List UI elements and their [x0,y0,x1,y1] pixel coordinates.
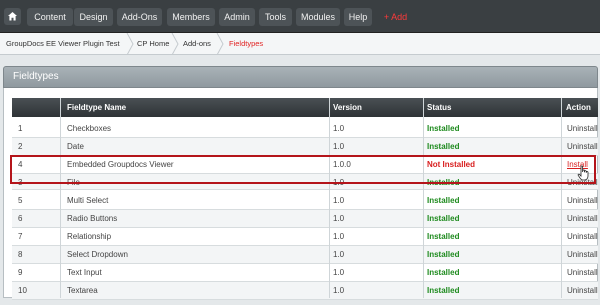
col-header-name[interactable]: Fieldtype Name [67,98,126,117]
column-divider [423,98,424,298]
breadcrumb-site[interactable]: GroupDocs EE Viewer Plugin Test [6,33,120,55]
table-row: 6 Radio Buttons 1.0 Installed Uninstall [12,210,598,228]
fieldtype-version: 1.0 [333,268,345,277]
row-number: 8 [18,250,23,259]
breadcrumb-separator [126,33,134,55]
row-number: 7 [18,232,23,241]
uninstall-link[interactable]: Uninstall [567,228,598,245]
row-number: 10 [18,286,27,295]
col-header-action[interactable]: Action [566,98,591,117]
row-number: 6 [18,214,23,223]
home-button[interactable] [4,8,21,25]
row-number: 1 [18,124,23,133]
table-row: 7 Relationship 1.0 Installed Uninstall [12,228,598,246]
row-number: 2 [18,142,23,151]
status-label: Installed [427,142,460,151]
fieldtype-name: Date [67,142,84,151]
nav-design[interactable]: Design [74,8,113,26]
home-icon [8,12,17,21]
status-label: Installed [427,232,460,241]
fieldtype-name: Checkboxes [67,124,112,133]
fieldtype-name: Text Input [67,268,102,277]
table-row: 10 Textarea 1.0 Installed Uninstall [12,282,598,300]
hand-cursor-icon [577,165,589,181]
nav-add-ons[interactable]: Add-Ons [117,8,162,26]
nav-modules[interactable]: Modules [296,8,340,26]
breadcrumb: GroupDocs EE Viewer Plugin Test CP Home … [0,33,600,55]
panel-header: Fieldtypes [3,66,598,88]
breadcrumb-separator [171,33,179,55]
column-divider [329,98,330,298]
status-label: Installed [427,124,460,133]
fieldtype-version: 1.0 [333,232,345,241]
breadcrumb-add-ons[interactable]: Add-ons [183,33,211,55]
table-row: 2 Date 1.0 Installed Uninstall [12,138,598,156]
table-row: 5 Multi Select 1.0 Installed Uninstall [12,192,598,210]
top-nav: Content Design Add-Ons Members Admin Too… [0,0,600,33]
breadcrumb-separator [216,33,224,55]
col-header-version[interactable]: Version [333,98,362,117]
fieldtype-version: 1.0 [333,142,345,151]
table-row: 8 Select Dropdown 1.0 Installed Uninstall [12,246,598,264]
breadcrumb-cp-home[interactable]: CP Home [137,33,169,55]
highlight-box [10,155,596,184]
uninstall-link[interactable]: Uninstall [567,192,598,209]
nav-add-link[interactable]: + Add [378,8,413,26]
uninstall-link[interactable]: Uninstall [567,246,598,263]
status-label: Installed [427,268,460,277]
fieldtype-name: Multi Select [67,196,109,205]
status-label: Installed [427,250,460,259]
fieldtype-version: 1.0 [333,214,345,223]
uninstall-link[interactable]: Uninstall [567,210,598,227]
page-title: Fieldtypes [13,71,59,82]
column-divider [60,98,61,298]
breadcrumb-current: Fieldtypes [229,39,264,48]
uninstall-link[interactable]: Uninstall [567,138,598,155]
fieldtype-name: Relationship [67,232,112,241]
status-label: Installed [427,286,460,295]
row-number: 9 [18,268,23,277]
table-header: Fieldtype Name Version Status Action [12,98,598,117]
nav-help[interactable]: Help [344,8,372,26]
column-divider [561,98,562,298]
nav-members[interactable]: Members [167,8,215,26]
fieldtype-version: 1.0 [333,196,345,205]
uninstall-link[interactable]: Uninstall [567,282,598,299]
uninstall-link[interactable]: Uninstall [567,120,598,137]
table-row: 1 Checkboxes 1.0 Installed Uninstall [12,120,598,138]
nav-tools[interactable]: Tools [259,8,292,26]
nav-admin[interactable]: Admin [219,8,255,26]
uninstall-link[interactable]: Uninstall [567,264,598,281]
fieldtype-name: Radio Buttons [67,214,118,223]
status-label: Installed [427,214,460,223]
nav-content[interactable]: Content [27,8,73,26]
fieldtype-name: Textarea [67,286,98,295]
row-number: 5 [18,196,23,205]
table-row: 9 Text Input 1.0 Installed Uninstall [12,264,598,282]
fieldtype-name: Select Dropdown [67,250,128,259]
status-label: Installed [427,196,460,205]
fieldtype-version: 1.0 [333,286,345,295]
fieldtype-version: 1.0 [333,124,345,133]
fieldtype-version: 1.0 [333,250,345,259]
col-header-status[interactable]: Status [427,98,451,117]
